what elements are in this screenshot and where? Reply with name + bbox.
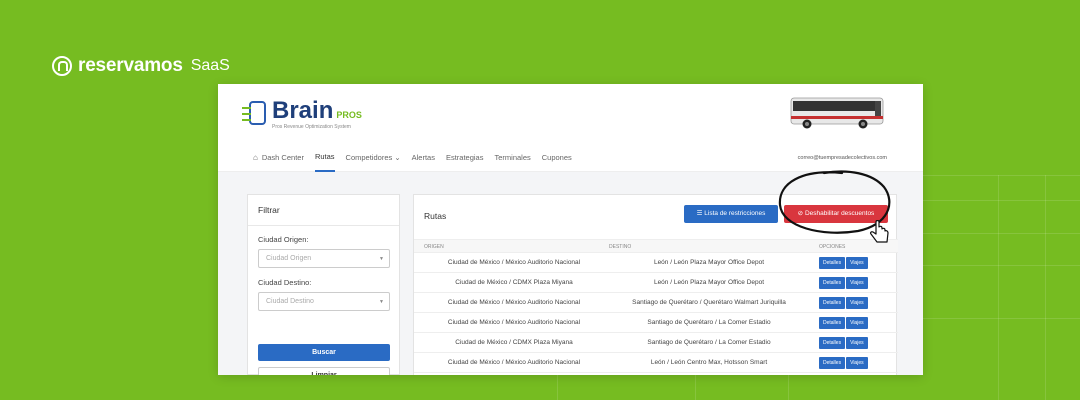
user-email[interactable]: correo@tuempresadecolectivos.com (798, 155, 887, 161)
brand-name: reservamos (78, 55, 183, 76)
details-button[interactable]: Detalles (819, 357, 846, 369)
details-button[interactable]: Detalles (819, 277, 846, 289)
trips-button[interactable]: Viajes (846, 317, 868, 329)
route-destination: León / León Centro Max, Hotsson Smart (650, 359, 768, 366)
route-destination: Santiago de Querétaro / La Comer Estadio (647, 339, 771, 346)
caret-down-icon: ▼ (379, 256, 384, 262)
route-origin: Ciudad de México / México Auditorio Naci… (447, 359, 581, 366)
nav-item-terminales[interactable]: Terminales (494, 144, 530, 172)
nav-item-dash-center[interactable]: Dash Center (262, 144, 304, 172)
list-icon: ☰ (696, 210, 703, 217)
decorative-line (557, 375, 558, 400)
routes-title: Rutas (424, 211, 447, 221)
bus-image (790, 97, 884, 129)
details-button[interactable]: Detalles (819, 297, 846, 309)
table-row: Ciudad de México / CDMX Plaza Miyana Leó… (414, 273, 898, 293)
route-destination: Santiago de Querétaro / Querétaro Walmar… (632, 299, 786, 306)
destination-select-value: Ciudad Destino (266, 298, 314, 305)
trips-button[interactable]: Viajes (846, 297, 868, 309)
brain-pros-logo[interactable]: Brain PROS Pros Revenue Optimization Sys… (242, 99, 362, 130)
table-row: Ciudad de México / CDMX Plaza Miyana San… (414, 333, 898, 353)
disable-discounts-label: Deshabilitar descuentos (804, 210, 875, 217)
reservamos-brand: reservamos SaaS (52, 55, 230, 77)
trips-button[interactable]: Viajes (846, 257, 868, 269)
decorative-line (695, 375, 696, 400)
details-button[interactable]: Detalles (819, 257, 846, 269)
destination-select[interactable]: Ciudad Destino ▼ (258, 292, 390, 311)
brain-logo-icon (242, 99, 268, 127)
filter-panel: Filtrar Ciudad Origen: Ciudad Origen ▼ C… (247, 194, 400, 375)
route-origin: Ciudad de México / CDMX Plaza Miyana (455, 279, 573, 286)
table-row: Ciudad de México / México Auditorio Naci… (414, 253, 898, 273)
origin-label: Ciudad Origen: (258, 235, 309, 244)
caret-down-icon: ▼ (379, 299, 384, 305)
filter-title: Filtrar (248, 195, 399, 226)
nav-item-cupones[interactable]: Cupones (542, 144, 572, 172)
origin-select-value: Ciudad Origen (266, 255, 312, 262)
restrictions-list-label: Lista de restricciones (704, 210, 766, 217)
nav-item-rutas[interactable]: Rutas (314, 144, 335, 172)
details-button[interactable]: Detalles (819, 317, 846, 329)
table-row: Ciudad de México / México Auditorio Naci… (414, 353, 898, 373)
decorative-line (920, 233, 1080, 234)
route-origin: Ciudad de México / México Auditorio Naci… (447, 299, 581, 306)
clear-button[interactable]: Limpiar (258, 367, 390, 375)
trips-button[interactable]: Viajes (846, 337, 868, 349)
decorative-line (920, 200, 1080, 201)
origin-select[interactable]: Ciudad Origen ▼ (258, 249, 390, 268)
column-header-origin: ORIGEN (424, 244, 444, 250)
table-row: Ciudad de México / México Auditorio Naci… (414, 313, 898, 333)
app-header: Brain PROS Pros Revenue Optimization Sys… (218, 84, 923, 144)
details-button[interactable]: Detalles (819, 337, 846, 349)
app-subtitle: Pros Revenue Optimization System (272, 124, 351, 130)
route-destination: León / León Plaza Mayor Office Depot (653, 279, 765, 286)
decorative-line (920, 265, 1080, 266)
trips-button[interactable]: Viajes (846, 277, 868, 289)
restrictions-list-button[interactable]: ☰ Lista de restricciones (684, 205, 778, 223)
nav-item-competidores[interactable]: Competidores ⌄ (346, 144, 401, 172)
app-title: Brain (272, 97, 334, 124)
destination-label: Ciudad Destino: (258, 278, 312, 287)
nav-item-alertas[interactable]: Alertas (412, 144, 435, 172)
route-destination: Santiago de Querétaro / La Comer Estadio (647, 319, 771, 326)
main-content: Filtrar Ciudad Origen: Ciudad Origen ▼ C… (218, 172, 923, 375)
app-title-suffix: PROS (336, 110, 362, 120)
decorative-line (1045, 175, 1046, 400)
table-row: Ciudad de México / México Auditorio Naci… (414, 293, 898, 313)
main-nav: ⌂ Dash Center Rutas Competidores ⌄ Alert… (218, 144, 923, 172)
brand-suffix: SaaS (190, 57, 230, 74)
search-button[interactable]: Buscar (258, 344, 390, 361)
table-header: ORIGEN DESTINO OPCIONES (414, 239, 898, 253)
routes-panel: Rutas ☰ Lista de restricciones ⊘ Deshabi… (413, 194, 898, 375)
route-origin: Ciudad de México / CDMX Plaza Miyana (455, 339, 573, 346)
column-header-options: OPCIONES (819, 244, 846, 250)
nav-item-estrategias[interactable]: Estrategias (446, 144, 484, 172)
route-destination: León / León Plaza Mayor Office Depot (653, 259, 765, 266)
ban-icon: ⊘ (797, 210, 804, 217)
app-window: Brain PROS Pros Revenue Optimization Sys… (218, 84, 923, 375)
column-header-destination: DESTINO (609, 244, 632, 250)
decorative-line (998, 175, 999, 400)
home-icon[interactable]: ⌂ (253, 153, 258, 162)
route-origin: Ciudad de México / México Auditorio Naci… (447, 319, 581, 326)
decorative-line (788, 375, 789, 400)
trips-button[interactable]: Viajes (846, 357, 868, 369)
reservamos-logo-icon (52, 56, 72, 76)
hand-cursor-icon (870, 220, 889, 243)
route-origin: Ciudad de México / México Auditorio Naci… (447, 259, 581, 266)
decorative-line (920, 175, 1080, 176)
